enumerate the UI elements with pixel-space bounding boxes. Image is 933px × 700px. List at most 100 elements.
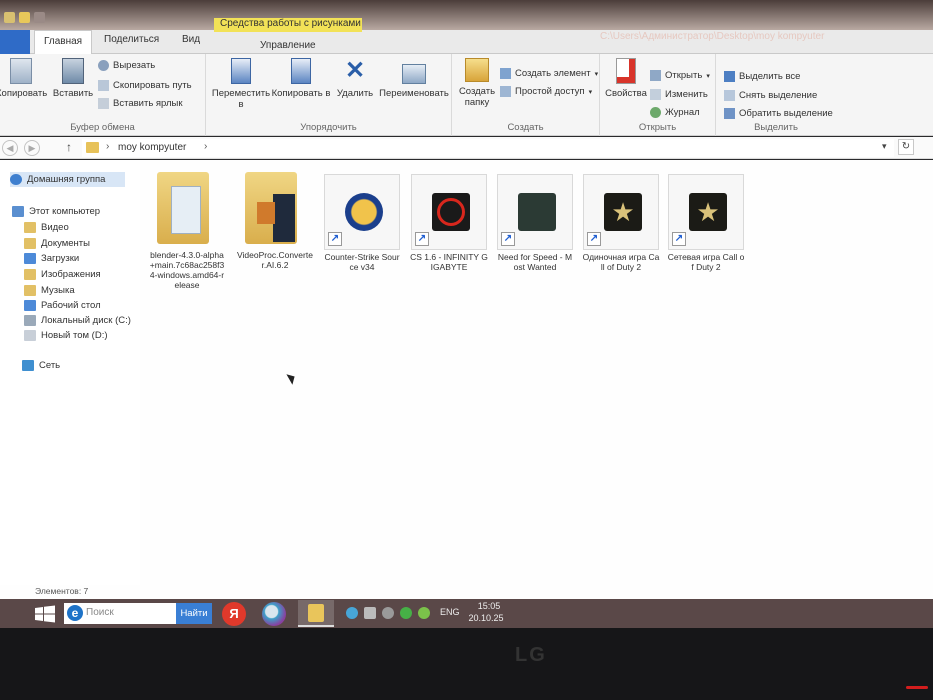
nav-this-pc[interactable]: Этот компьютер (12, 206, 100, 217)
nav-desktop[interactable]: Рабочий стол (24, 300, 101, 311)
power-led (906, 686, 928, 689)
scissors-icon (98, 60, 109, 71)
nav-documents[interactable]: Документы (24, 238, 90, 249)
tray-app-icon[interactable] (382, 607, 394, 619)
nav-new-volume-label: Новый том (D:) (41, 330, 108, 341)
nav-new-volume[interactable]: Новый том (D:) (24, 330, 108, 341)
properties-button[interactable]: Свойства (602, 58, 650, 99)
half-life-icon (432, 193, 470, 231)
chevron-right-icon[interactable]: › (106, 141, 109, 152)
nav-video[interactable]: Видео (24, 222, 69, 233)
search-button[interactable]: Найти (176, 603, 212, 624)
organize-group-label: Упорядочить (300, 122, 357, 133)
new-item-label: Создать элемент (515, 68, 591, 79)
nav-music[interactable]: Музыка (24, 285, 75, 296)
address-row: ◀ ▶ ↑ › moy kompyuter › ▾ ↻ (0, 137, 933, 159)
invert-selection-label: Обратить выделение (739, 108, 833, 119)
select-none-button[interactable]: Снять выделение (724, 90, 817, 101)
rename-icon (402, 64, 426, 84)
network-tray-icon[interactable] (346, 607, 358, 619)
invert-selection-button[interactable]: Обратить выделение (724, 108, 833, 119)
new-folder-button[interactable]: Создать папку (454, 58, 500, 108)
easy-access-button[interactable]: Простой доступ ▾ (500, 86, 592, 97)
open-group-label: Открыть (638, 122, 677, 133)
nav-homegroup[interactable]: Домашняя группа (10, 172, 126, 187)
file-name: VideoProc.Converter.AI.6.2 (237, 250, 313, 270)
tray-app-icon[interactable] (418, 607, 430, 619)
folder-icon (237, 172, 313, 248)
browser-app-icon[interactable] (262, 602, 286, 626)
refresh-icon[interactable]: ↻ (898, 139, 914, 155)
file-item[interactable]: ↗ Counter-Strike Source v34 (323, 174, 401, 272)
file-item[interactable]: ↗ Need for Speed - Most Wanted (496, 174, 574, 272)
file-item[interactable]: VideoProc.Converter.AI.6.2 (236, 172, 314, 270)
file-list: blender-4.3.0-alpha+main.7c68ac258f34-wi… (140, 160, 933, 585)
file-name: Need for Speed - Most Wanted (497, 252, 573, 272)
forward-button[interactable]: ▶ (24, 140, 40, 156)
new-folder-icon[interactable] (19, 12, 30, 23)
nav-network[interactable]: Сеть (22, 360, 60, 371)
tab-file[interactable] (0, 30, 30, 54)
folder-icon (308, 604, 324, 622)
cut-button[interactable]: Вырезать (98, 60, 155, 71)
copy-to-button[interactable]: Копировать в (270, 58, 332, 99)
yandex-browser-icon[interactable]: Я (222, 602, 246, 626)
file-item[interactable]: ★ ↗ Сетевая игра Call of Duty 2 (667, 174, 745, 272)
cut-label: Вырезать (113, 60, 156, 71)
new-folder-label: Создать папку (458, 86, 496, 108)
delete-button[interactable]: ✕ Удалить (332, 58, 378, 100)
new-folder-icon (465, 58, 489, 82)
tab-view[interactable]: Вид (182, 34, 200, 45)
open-button[interactable]: Открыть ▾ (650, 70, 710, 81)
copy-path-button[interactable]: Скопировать путь (98, 80, 192, 91)
language-indicator[interactable]: ENG (440, 607, 460, 617)
desktop-folder-icon (24, 300, 36, 311)
back-button[interactable]: ◀ (2, 140, 18, 156)
move-to-icon (231, 58, 251, 84)
address-path[interactable]: moy kompyuter (118, 142, 186, 153)
new-item-button[interactable]: Создать элемент ▾ (500, 68, 598, 79)
nav-pictures[interactable]: Изображения (24, 269, 101, 280)
address-history-dropdown-icon[interactable]: ▾ (882, 141, 887, 152)
windows-start-icon[interactable] (34, 605, 56, 623)
file-item[interactable]: ★ ↗ Одиночная игра Call of Duty 2 (582, 174, 660, 272)
edit-label: Изменить (665, 89, 708, 100)
clock-time[interactable]: 15:05 (474, 601, 504, 611)
paste-button[interactable]: Вставить (50, 58, 96, 99)
nav-desktop-label: Рабочий стол (41, 300, 101, 311)
speaker-icon[interactable] (364, 607, 376, 619)
move-to-button[interactable]: Переместить в (210, 58, 272, 110)
tray-app-icon[interactable] (400, 607, 412, 619)
nav-documents-label: Документы (41, 238, 90, 249)
file-item[interactable]: ↗ CS 1.6 - INFINITY GIGABYTE (410, 174, 488, 272)
up-arrow-icon[interactable]: ↑ (66, 140, 72, 154)
internet-explorer-icon: e (67, 605, 83, 621)
address-bar[interactable]: › moy kompyuter › (82, 139, 894, 157)
tab-share[interactable]: Поделиться (104, 34, 159, 45)
edit-button[interactable]: Изменить (650, 89, 708, 100)
chevron-right-icon[interactable]: › (204, 141, 207, 152)
file-explorer-taskbar-button[interactable] (298, 600, 334, 627)
properties-icon[interactable] (4, 12, 15, 23)
qat-dropdown-icon[interactable] (34, 12, 45, 23)
tab-manage[interactable]: Управление (260, 40, 316, 51)
shortcut-thumbnail: ↗ (497, 174, 573, 250)
nav-local-disk[interactable]: Локальный диск (C:) (24, 315, 131, 326)
tab-home[interactable]: Главная (34, 30, 92, 54)
clock-date[interactable]: 20.10.25 (466, 613, 506, 623)
history-button[interactable]: Журнал (650, 107, 700, 118)
copy-icon (10, 58, 32, 84)
monitor-logo: LG (515, 644, 547, 666)
paste-shortcut-button[interactable]: Вставить ярлык (98, 98, 183, 109)
rename-button[interactable]: Переименовать (376, 58, 452, 99)
chevron-down-icon: ▾ (588, 88, 593, 96)
file-item[interactable]: blender-4.3.0-alpha+main.7c68ac258f34-wi… (148, 172, 226, 290)
paste-shortcut-label: Вставить ярлык (113, 98, 183, 109)
homegroup-icon (10, 174, 22, 185)
copy-button[interactable]: Копировать (0, 58, 47, 99)
chevron-down-icon: ▾ (594, 70, 599, 78)
file-name: Сетевая игра Call of Duty 2 (667, 252, 745, 272)
select-all-button[interactable]: Выделить все (724, 71, 800, 82)
nav-downloads[interactable]: Загрузки (24, 253, 79, 264)
search-input[interactable]: e Поиск (64, 603, 176, 624)
